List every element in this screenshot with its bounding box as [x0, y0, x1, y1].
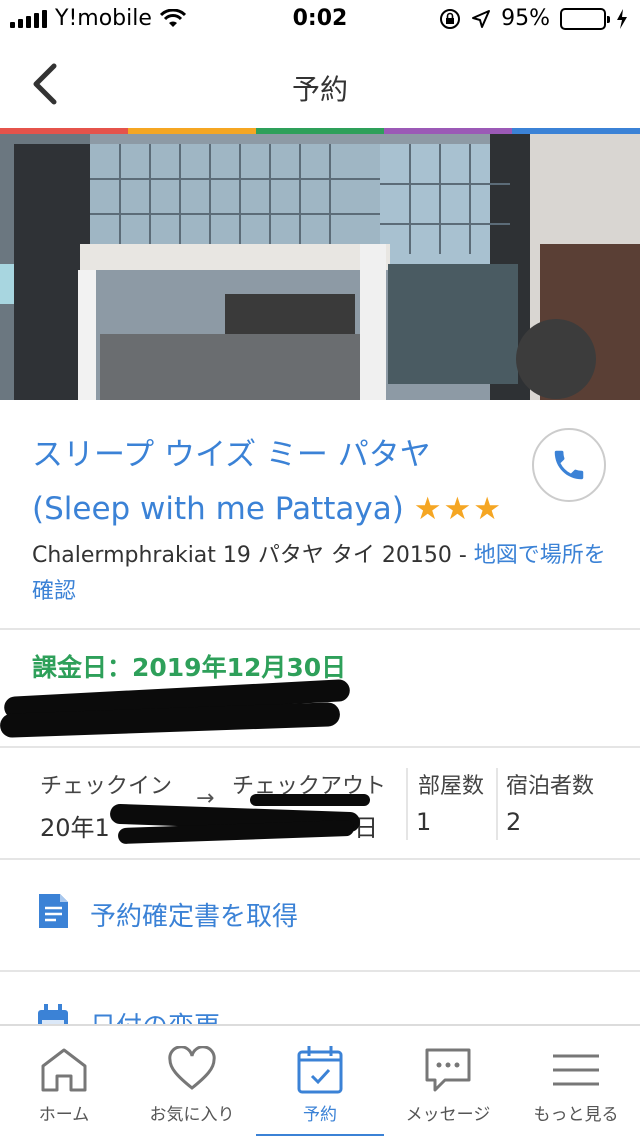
- tab-bookings[interactable]: 予約: [256, 1026, 384, 1136]
- hotel-name-ja: スリープ ウイズ ミー パタヤ: [32, 437, 431, 473]
- address-text: Chalermphrakiat 19 パタヤ タイ 20150 -: [32, 543, 474, 568]
- tab-label: 予約: [303, 1105, 337, 1125]
- hotel-name-en: (Sleep with me Pattaya): [32, 491, 404, 527]
- hotel-address: Chalermphrakiat 19 パタヤ タイ 20150 - 地図で場所を…: [32, 538, 612, 610]
- rotation-lock-icon: [440, 8, 461, 29]
- status-bar: Y!mobile 0:02 95%: [0, 0, 640, 40]
- get-confirmation-label: 予約確定書を取得: [90, 902, 299, 932]
- tab-more[interactable]: もっと見る: [512, 1026, 640, 1136]
- get-confirmation-button[interactable]: 予約確定書を取得: [0, 862, 640, 962]
- hotel-name: スリープ ウイズ ミー パタヤ (Sleep with me Pattaya) …: [32, 428, 512, 536]
- hotel-building-image: [0, 134, 640, 400]
- divider: [0, 858, 640, 860]
- redaction-mark: [250, 794, 370, 806]
- booking-summary: チェックイン → チェックアウト 20年1 日 部屋数 1 宿泊者数 2: [0, 758, 640, 848]
- hotel-photo[interactable]: [0, 134, 640, 400]
- page-title: 予約: [291, 73, 348, 106]
- nav-bar: 予約: [0, 40, 640, 128]
- heart-icon: [168, 1046, 216, 1090]
- tab-label: もっと見る: [533, 1105, 619, 1125]
- billing-date: 課金日：2019年12月30日: [32, 653, 347, 682]
- battery-percent: 95%: [501, 6, 550, 31]
- checkin-label: チェックイン: [40, 774, 173, 799]
- rooms-value: 1: [416, 808, 432, 836]
- guests-label: 宿泊者数: [506, 774, 595, 799]
- tab-home[interactable]: ホーム: [0, 1026, 128, 1136]
- tab-label: ホーム: [38, 1105, 90, 1125]
- charging-icon: [617, 8, 627, 29]
- divider: [496, 768, 498, 840]
- guests-value: 2: [506, 808, 522, 836]
- document-icon: [39, 894, 68, 928]
- battery-icon: [560, 7, 610, 30]
- divider: [406, 768, 408, 840]
- message-icon: [425, 1048, 471, 1092]
- tab-label: メッセージ: [405, 1105, 491, 1125]
- star-rating: ★★★: [413, 491, 504, 527]
- home-icon: [41, 1048, 87, 1092]
- status-right: 95%: [439, 6, 628, 31]
- tab-bar: ホーム お気に入り 予約 メッセージ もっと見る: [0, 1024, 640, 1136]
- tab-label: お気に入り: [149, 1105, 235, 1125]
- call-button[interactable]: [532, 428, 606, 502]
- divider: [0, 746, 640, 748]
- menu-icon: [553, 1054, 599, 1086]
- divider: [0, 628, 640, 630]
- tab-messages[interactable]: メッセージ: [384, 1026, 512, 1136]
- calendar-check-icon: [297, 1046, 343, 1094]
- location-icon: [472, 9, 491, 28]
- rooms-label: 部屋数: [418, 774, 485, 799]
- tab-favorites[interactable]: お気に入り: [128, 1026, 256, 1136]
- phone-icon: [554, 450, 584, 480]
- checkin-date: 20年1: [40, 814, 110, 842]
